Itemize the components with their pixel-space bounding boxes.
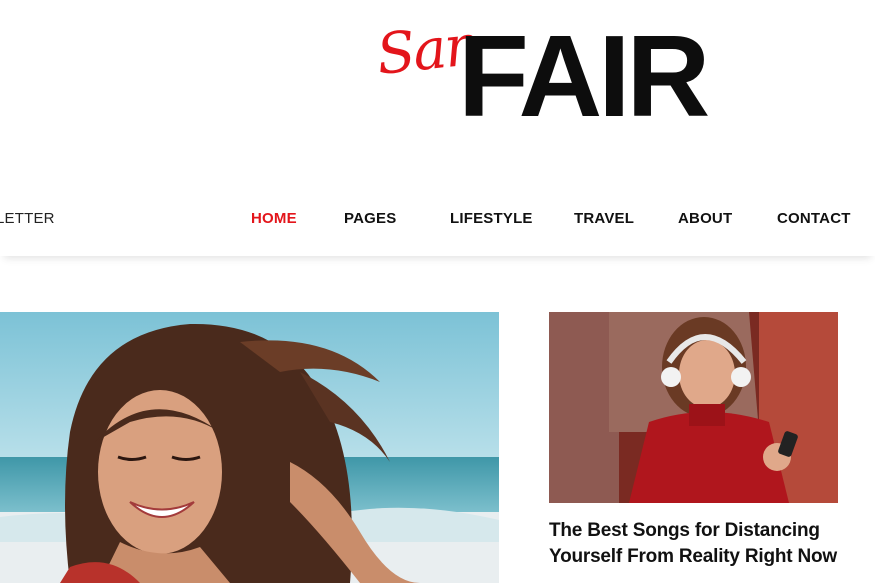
post-thumbnail-image[interactable] [549, 312, 838, 503]
nav-item-home[interactable]: HOME [251, 210, 297, 227]
newsletter-link[interactable]: LETTER [0, 210, 55, 227]
post-title[interactable]: The Best Songs for Distancing Yourself F… [549, 518, 849, 570]
logo-main-text: FAIR [458, 11, 710, 141]
main-navigation: LETTER HOME PAGES LIFESTYLE TRAVEL ABOUT… [0, 180, 875, 256]
hero-image[interactable] [0, 312, 499, 583]
nav-item-lifestyle[interactable]: LIFESTYLE [450, 210, 533, 227]
nav-item-contact[interactable]: CONTACT [777, 210, 851, 227]
site-logo[interactable]: San FAIR [0, 0, 875, 150]
nav-item-travel[interactable]: TRAVEL [574, 210, 634, 227]
nav-item-about[interactable]: ABOUT [678, 210, 732, 227]
nav-item-pages[interactable]: PAGES [344, 210, 396, 227]
